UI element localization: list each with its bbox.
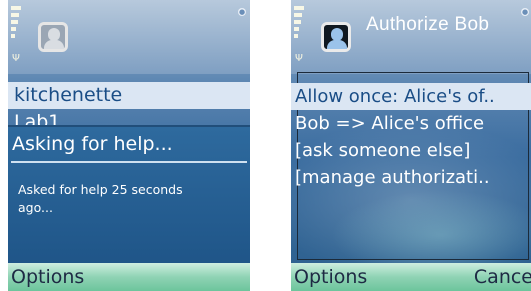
authorization-options-list: Allow once: Alice's of.. Bob => Alice's … <box>291 83 531 191</box>
list-item-manage-authorizations[interactable]: [manage authorizati.. <box>291 164 531 191</box>
softkey-bar: Options Cance <box>291 263 531 291</box>
signal-strength-icon <box>11 6 21 54</box>
dialog-message: Asked for help 25 seconds ago... <box>18 182 183 215</box>
status-bar: Ψ Authorize Bob ● <box>291 0 531 74</box>
list-item-allow-once[interactable]: Allow once: Alice's of.. <box>291 83 531 110</box>
dialog-divider <box>11 161 247 163</box>
dialog-title: Asking for help... <box>12 133 173 155</box>
status-indicator-icon: ● <box>238 8 246 16</box>
phone-screen-help: Ψ ● kitchenette Lab1 Asking for help... … <box>8 0 250 291</box>
antenna-icon: Ψ <box>295 53 303 64</box>
cancel-softkey[interactable]: Cance <box>474 266 531 288</box>
user-app-icon <box>321 22 351 52</box>
help-dialog: Asking for help... Asked for help 25 sec… <box>8 125 250 265</box>
page-title: Authorize Bob <box>366 14 490 35</box>
list-item-ask-someone-else[interactable]: [ask someone else] <box>291 137 531 164</box>
options-softkey[interactable]: Options <box>11 266 84 288</box>
softkey-bar: Options <box>8 263 250 291</box>
user-app-icon <box>38 22 68 52</box>
options-softkey[interactable]: Options <box>294 266 367 288</box>
list-item[interactable]: kitchenette <box>8 82 250 109</box>
antenna-icon: Ψ <box>12 53 20 64</box>
status-bar: Ψ ● <box>8 0 250 74</box>
status-indicator-icon: ● <box>521 8 529 16</box>
signal-strength-icon <box>294 6 304 54</box>
phone-screen-authorize: Ψ Authorize Bob ● Allow once: Alice's of… <box>291 0 531 291</box>
list-item-bob-alice-office[interactable]: Bob => Alice's office <box>291 110 531 137</box>
